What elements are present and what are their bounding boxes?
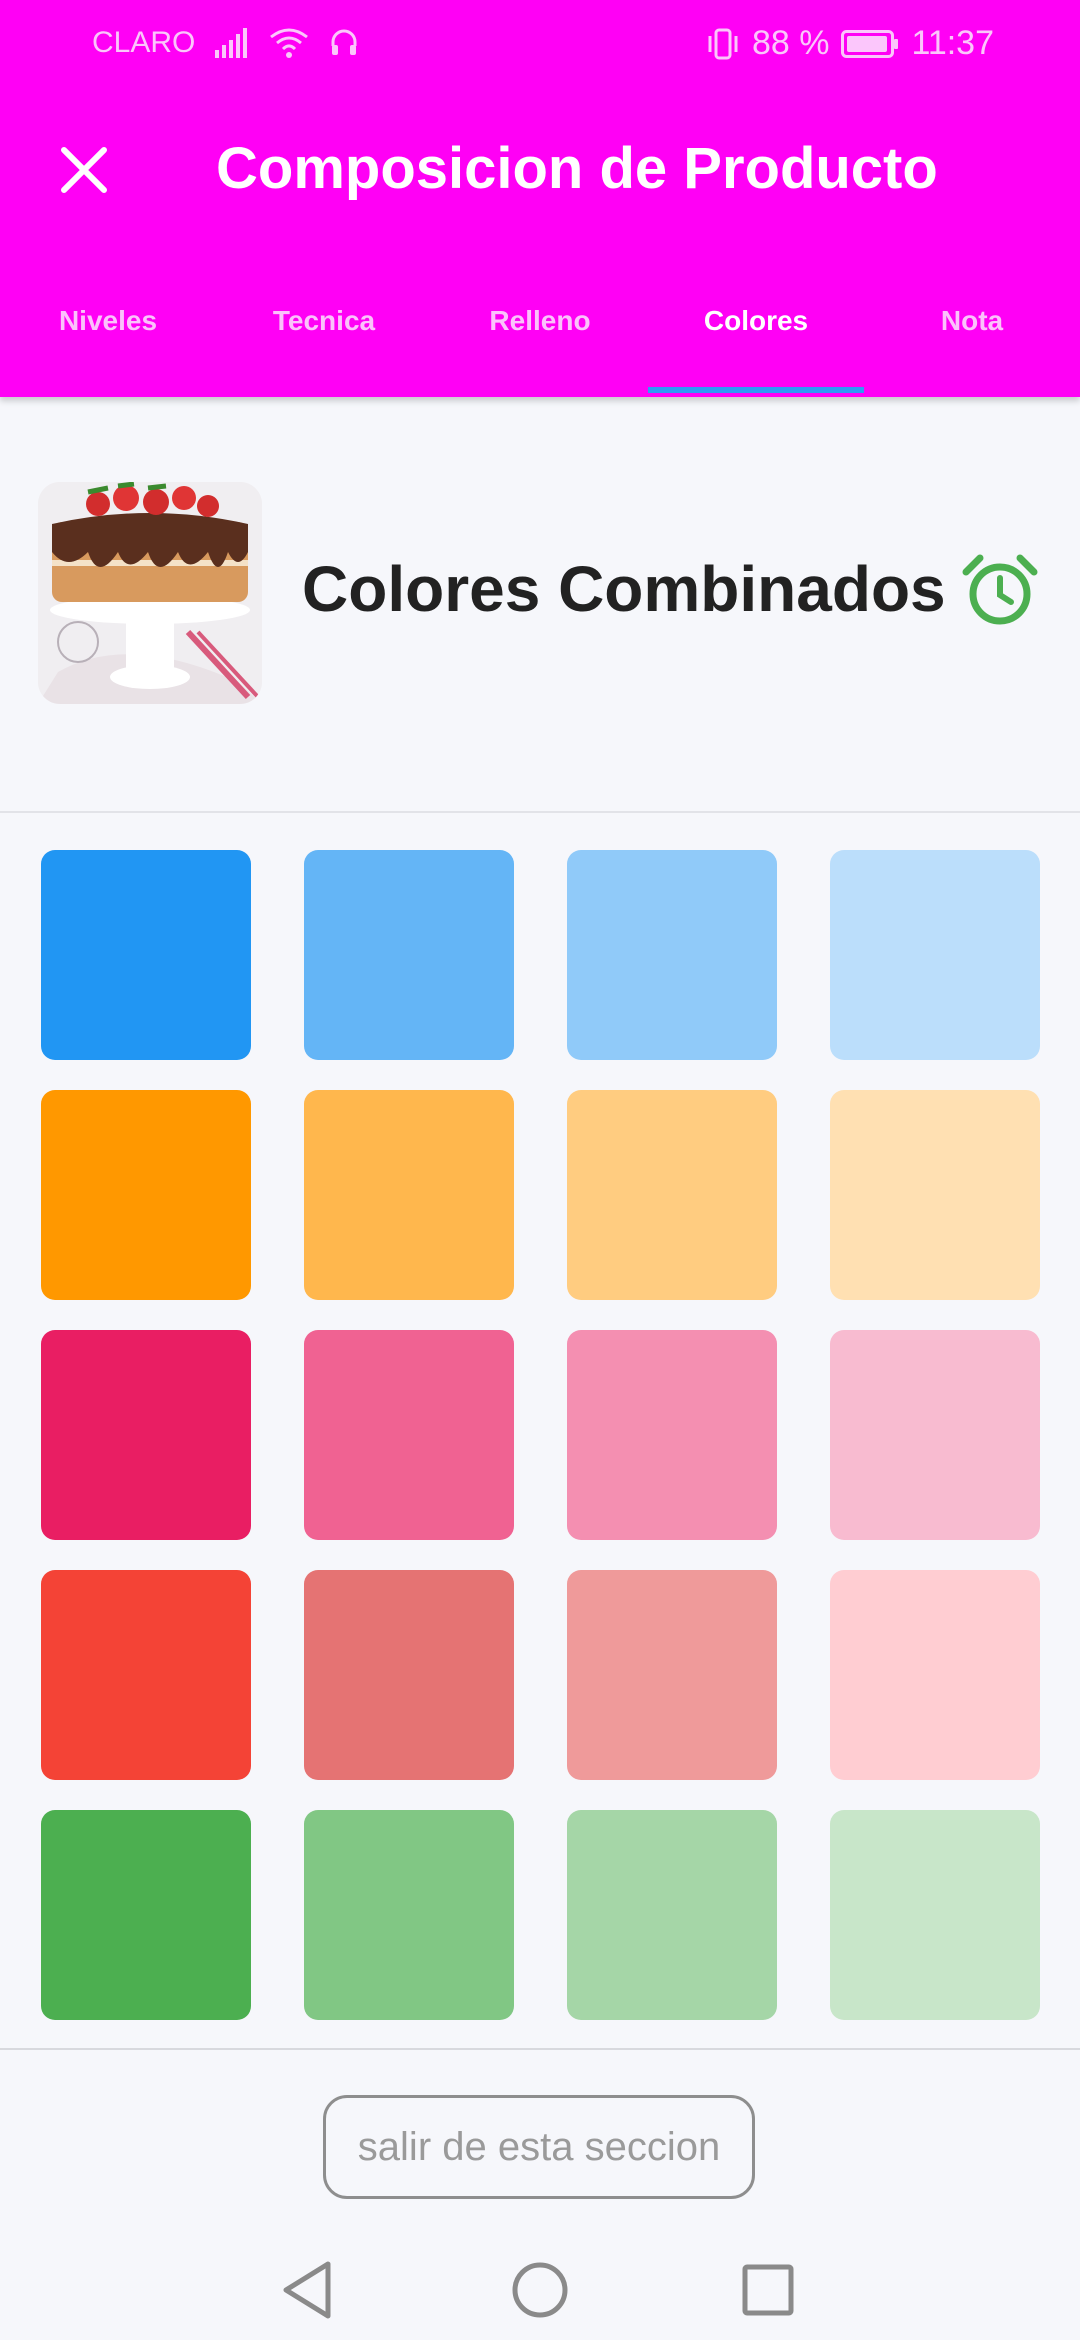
page-title: Composicion de Producto xyxy=(216,136,938,201)
app-bar: CLARO 88 % 11:37 Composicion de Producto… xyxy=(0,0,1080,397)
carrier-label: CLARO xyxy=(92,26,196,59)
color-swatch[interactable] xyxy=(304,1570,514,1780)
home-icon xyxy=(512,2262,568,2318)
tab-tecnica[interactable]: Tecnica xyxy=(216,285,432,395)
color-swatch[interactable] xyxy=(567,1810,777,2020)
cake-thumbnail xyxy=(38,482,262,704)
color-swatch[interactable] xyxy=(304,1090,514,1300)
color-swatch[interactable] xyxy=(41,850,251,1060)
color-swatch[interactable] xyxy=(41,1570,251,1780)
color-swatch[interactable] xyxy=(830,1090,1040,1300)
tab-label: Niveles xyxy=(58,305,158,336)
status-bar: CLARO 88 % 11:37 xyxy=(0,0,1080,86)
tab-relleno[interactable]: Relleno xyxy=(432,285,648,395)
back-icon xyxy=(283,2261,331,2319)
color-swatch[interactable] xyxy=(304,1330,514,1540)
color-swatch[interactable] xyxy=(830,1810,1040,2020)
color-swatch[interactable] xyxy=(567,850,777,1060)
alarm-button[interactable] xyxy=(962,552,1038,628)
color-swatch[interactable] xyxy=(567,1330,777,1540)
color-swatch[interactable] xyxy=(304,1810,514,2020)
color-swatch[interactable] xyxy=(830,1330,1040,1540)
color-swatch[interactable] xyxy=(830,1570,1040,1780)
color-swatch[interactable] xyxy=(41,1810,251,2020)
headset-icon xyxy=(331,29,357,55)
battery-percent: 88 % xyxy=(751,24,830,62)
tab-colores[interactable]: Colores xyxy=(648,285,864,395)
alarm-clock-icon xyxy=(962,554,1038,625)
home-button[interactable] xyxy=(502,2252,578,2328)
color-swatch[interactable] xyxy=(41,1330,251,1540)
tab-label: Relleno xyxy=(489,305,591,336)
tab-nota[interactable]: Nota xyxy=(864,285,1080,395)
battery-icon xyxy=(841,29,899,58)
tab-niveles[interactable]: Niveles xyxy=(0,285,216,395)
divider xyxy=(0,2048,1080,2050)
recents-button[interactable] xyxy=(730,2252,806,2328)
close-button[interactable] xyxy=(52,138,116,202)
wifi-icon xyxy=(270,28,309,58)
recents-icon xyxy=(742,2264,794,2316)
tab-label: Nota xyxy=(940,305,1004,336)
tab-label: Colores xyxy=(703,305,809,336)
product-title: Colores Combinados xyxy=(302,553,946,625)
color-swatch[interactable] xyxy=(567,1090,777,1300)
color-swatch[interactable] xyxy=(567,1570,777,1780)
close-icon xyxy=(61,147,107,193)
clock-time: 11:37 xyxy=(911,24,994,62)
back-button[interactable] xyxy=(272,2252,348,2328)
vibrate-icon xyxy=(708,28,738,59)
tab-bar: Niveles Tecnica Relleno Colores Nota xyxy=(0,285,1080,395)
color-swatch[interactable] xyxy=(304,850,514,1060)
exit-section-button[interactable]: salir de esta seccion xyxy=(323,2095,755,2199)
color-swatch[interactable] xyxy=(41,1090,251,1300)
color-swatch[interactable] xyxy=(830,850,1040,1060)
tab-label: Tecnica xyxy=(272,305,376,336)
signal-icon xyxy=(215,28,248,58)
